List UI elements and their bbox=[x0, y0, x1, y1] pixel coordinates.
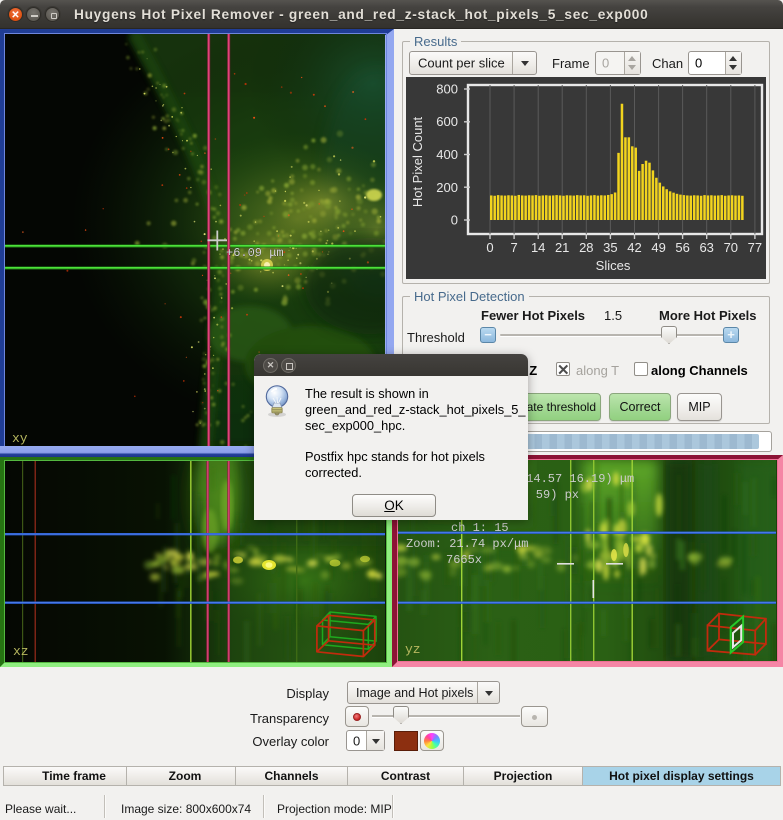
svg-text:7665x: 7665x bbox=[446, 553, 482, 567]
svg-text:Hot Pixel Count: Hot Pixel Count bbox=[410, 116, 425, 207]
svg-text:Slices: Slices bbox=[596, 258, 631, 273]
svg-text:70: 70 bbox=[724, 240, 738, 255]
svg-text:Zoom: 21.74 px/μm: Zoom: 21.74 px/μm bbox=[406, 537, 528, 551]
svg-text:(14.57 16.19) μm: (14.57 16.19) μm bbox=[519, 472, 634, 486]
svg-text:200: 200 bbox=[436, 180, 458, 195]
svg-text:21: 21 bbox=[555, 240, 569, 255]
svg-text:35: 35 bbox=[603, 240, 617, 255]
svg-text:yz: yz bbox=[405, 642, 421, 657]
svg-text:+6.09 μm: +6.09 μm bbox=[226, 246, 284, 260]
svg-text:800: 800 bbox=[436, 82, 458, 97]
svg-text:7: 7 bbox=[510, 240, 517, 255]
svg-text:42: 42 bbox=[627, 240, 641, 255]
svg-text:14: 14 bbox=[531, 240, 545, 255]
svg-text:0: 0 bbox=[451, 213, 458, 228]
svg-text:77: 77 bbox=[748, 240, 762, 255]
svg-text:0: 0 bbox=[486, 240, 493, 255]
svg-text:63: 63 bbox=[699, 240, 713, 255]
svg-text:400: 400 bbox=[436, 147, 458, 162]
svg-text:xz: xz bbox=[13, 644, 29, 659]
svg-text:28: 28 bbox=[579, 240, 593, 255]
svg-text:49: 49 bbox=[651, 240, 665, 255]
svg-text:xy: xy bbox=[12, 431, 28, 446]
svg-text:600: 600 bbox=[436, 114, 458, 129]
svg-text:ch 1: 15: ch 1: 15 bbox=[451, 521, 509, 535]
svg-text:5 59) px: 5 59) px bbox=[521, 488, 579, 502]
svg-text:56: 56 bbox=[675, 240, 689, 255]
